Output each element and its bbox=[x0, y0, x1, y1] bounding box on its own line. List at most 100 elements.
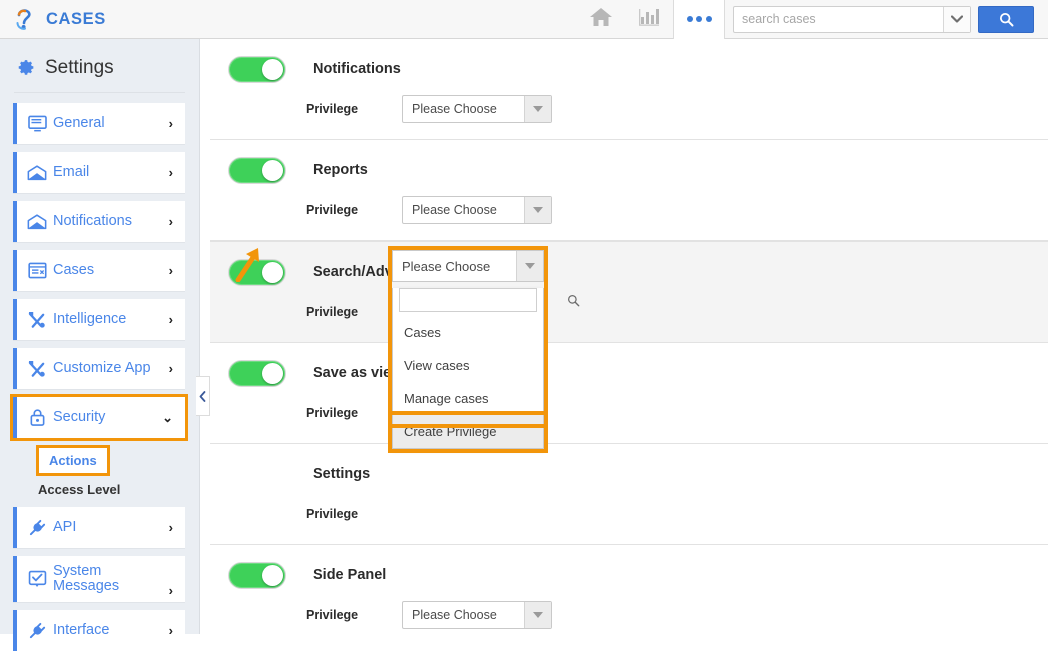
search-area bbox=[733, 5, 1048, 33]
row-title: Side Panel bbox=[313, 567, 387, 583]
search-submit-button[interactable] bbox=[978, 5, 1034, 33]
envelope-icon bbox=[21, 213, 53, 230]
search-input[interactable] bbox=[734, 6, 943, 32]
dropdown-option-manage-cases[interactable]: Manage cases bbox=[393, 382, 543, 415]
search-scope-dropdown[interactable] bbox=[943, 6, 970, 32]
sidebar-item-label: Interface bbox=[53, 621, 110, 638]
sidebar-item-label: Cases bbox=[53, 261, 95, 278]
dropdown-search-box[interactable] bbox=[399, 288, 580, 312]
toggle-side-panel[interactable] bbox=[228, 561, 286, 589]
sidebar-item-notifications[interactable]: Notifications › bbox=[13, 201, 185, 242]
row-title: Save as view bbox=[313, 365, 403, 381]
dropdown-search-input[interactable] bbox=[400, 289, 567, 311]
sidebar-item-general[interactable]: General › bbox=[13, 103, 185, 144]
dropdown-option-view-cases[interactable]: View cases bbox=[393, 349, 543, 382]
page-title: Settings bbox=[45, 56, 114, 78]
caret-down-icon bbox=[524, 197, 551, 223]
orange-arrow-icon bbox=[235, 248, 259, 283]
setting-row-side-panel: Side Panel Privilege Please Choose bbox=[210, 545, 1048, 634]
sidebar-item-security[interactable]: Security ⌄ bbox=[10, 394, 188, 441]
brand-text: CASES bbox=[46, 9, 106, 28]
sidebar-item-system-messages[interactable]: System Messages › bbox=[13, 556, 185, 602]
row-title: Notifications bbox=[313, 61, 401, 77]
lock-icon bbox=[21, 408, 53, 427]
sidebar-item-label: API bbox=[53, 518, 77, 535]
sidebar-item-label: Customize App bbox=[53, 359, 151, 376]
cases-logo-icon bbox=[13, 6, 39, 32]
header-divider bbox=[14, 92, 185, 93]
setting-row-settings: Settings Privilege Please Choose bbox=[210, 444, 1048, 545]
toggle-reports[interactable] bbox=[228, 156, 286, 184]
settings-sidebar: Settings General › Email › Notifications… bbox=[0, 39, 200, 651]
chevron-down-icon bbox=[951, 15, 963, 23]
privilege-label: Privilege bbox=[306, 507, 359, 521]
chevron-down-icon: ⌄ bbox=[162, 409, 173, 425]
sidebar-item-intelligence[interactable]: Intelligence › bbox=[13, 299, 185, 340]
tools-icon bbox=[21, 360, 53, 378]
sidebar-subitem-access-level[interactable]: Access Level bbox=[38, 482, 199, 497]
chevron-right-icon: › bbox=[168, 165, 173, 180]
magnifier-icon bbox=[567, 294, 580, 307]
privilege-select-search-advanced[interactable]: Please Choose bbox=[392, 250, 544, 282]
chevron-right-icon: › bbox=[168, 623, 173, 638]
caret-down-icon bbox=[516, 251, 543, 281]
brand[interactable]: CASES bbox=[0, 6, 200, 32]
toggle-save-as-view[interactable] bbox=[228, 359, 286, 387]
chevron-right-icon: › bbox=[168, 361, 173, 376]
dropdown-option-cases[interactable]: Cases bbox=[393, 316, 543, 349]
privilege-select-notifications[interactable]: Please Choose bbox=[402, 95, 552, 123]
privilege-label: Privilege bbox=[306, 305, 359, 319]
sidebar-collapse-button[interactable] bbox=[196, 376, 210, 416]
more-menu-button[interactable] bbox=[673, 0, 725, 39]
setting-row-save-as-view: Save as view Privilege Please Choose bbox=[210, 343, 1048, 444]
chevron-right-icon: › bbox=[168, 263, 173, 278]
sidebar-item-label: Security bbox=[53, 408, 106, 425]
caret-down-icon bbox=[524, 602, 551, 628]
privilege-select-reports[interactable]: Please Choose bbox=[402, 196, 552, 224]
row-title: Reports bbox=[313, 162, 368, 178]
privilege-label: Privilege bbox=[306, 203, 359, 217]
setting-row-search-advanced-search: Search/Advanced Search Privilege Please … bbox=[210, 241, 1048, 343]
settings-content: Notifications Privilege Please Choose Re… bbox=[210, 39, 1048, 634]
sidebar-item-label: Intelligence bbox=[53, 310, 127, 327]
home-button[interactable] bbox=[577, 0, 625, 39]
privilege-select-value: Please Choose bbox=[412, 203, 497, 217]
gear-icon bbox=[14, 54, 36, 81]
toggle-notifications[interactable] bbox=[228, 55, 286, 83]
chevron-left-icon bbox=[199, 390, 206, 402]
top-bar: CASES bbox=[0, 0, 1048, 39]
chevron-right-icon: › bbox=[168, 116, 173, 131]
sidebar-item-label: General bbox=[53, 114, 105, 131]
more-dots-icon bbox=[686, 16, 712, 22]
row-title: Settings bbox=[313, 466, 371, 482]
search-icon bbox=[999, 12, 1013, 26]
privilege-select-side-panel[interactable]: Please Choose bbox=[402, 601, 552, 629]
sidebar-item-customize-app[interactable]: Customize App › bbox=[13, 348, 185, 389]
sidebar-item-email[interactable]: Email › bbox=[13, 152, 185, 193]
chevron-right-icon: › bbox=[168, 520, 173, 535]
privilege-select-value: Please Choose bbox=[402, 258, 491, 274]
privilege-label: Privilege bbox=[306, 406, 359, 420]
search-field[interactable] bbox=[733, 5, 971, 33]
plug-icon bbox=[21, 519, 53, 537]
sidebar-subitem-actions[interactable]: Actions bbox=[36, 445, 110, 476]
setting-row-reports: Reports Privilege Please Choose bbox=[210, 140, 1048, 241]
sidebar-item-label: System Messages bbox=[53, 562, 120, 594]
dropdown-option-create-privilege[interactable]: Create Privilege bbox=[393, 415, 543, 448]
sidebar-item-interface[interactable]: Interface › bbox=[13, 610, 185, 651]
privilege-select-value: Please Choose bbox=[412, 608, 497, 622]
annotation-arrow bbox=[232, 242, 266, 287]
caret-down-icon bbox=[524, 96, 551, 122]
envelope-icon bbox=[21, 164, 53, 181]
reports-button[interactable] bbox=[625, 0, 673, 39]
sidebar-item-cases[interactable]: Cases › bbox=[13, 250, 185, 291]
setting-row-notifications: Notifications Privilege Please Choose bbox=[210, 39, 1048, 140]
monitor-icon bbox=[21, 115, 53, 132]
privilege-dropdown-open: Please Choose Cases View cases Manage ca… bbox=[388, 246, 580, 453]
sidebar-item-label: Email bbox=[53, 163, 90, 180]
sidebar-item-api[interactable]: API › bbox=[13, 507, 185, 548]
sidebar-item-label: Notifications bbox=[53, 212, 132, 229]
tools-icon bbox=[21, 311, 53, 329]
case-list-icon bbox=[21, 262, 53, 279]
bar-chart-icon bbox=[638, 6, 660, 33]
